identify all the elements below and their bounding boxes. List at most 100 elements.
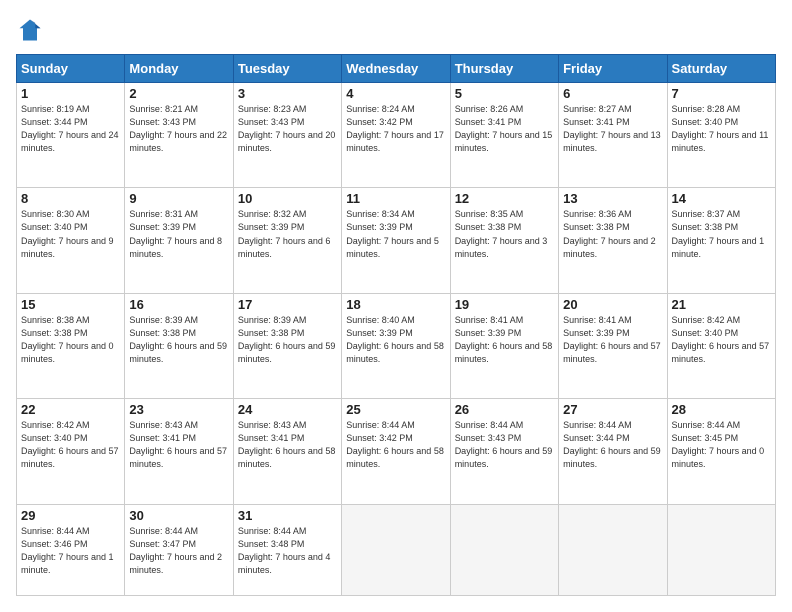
day-cell: 28 Sunrise: 8:44 AM Sunset: 3:45 PM Dayl… bbox=[667, 399, 775, 504]
day-info: Sunrise: 8:39 AM Sunset: 3:38 PM Dayligh… bbox=[129, 314, 228, 366]
day-cell bbox=[342, 504, 450, 595]
day-number: 26 bbox=[455, 402, 554, 417]
day-number: 21 bbox=[672, 297, 771, 312]
week-row-2: 8 Sunrise: 8:30 AM Sunset: 3:40 PM Dayli… bbox=[17, 188, 776, 293]
page: SundayMondayTuesdayWednesdayThursdayFrid… bbox=[0, 0, 792, 612]
day-cell bbox=[559, 504, 667, 595]
day-cell: 22 Sunrise: 8:42 AM Sunset: 3:40 PM Dayl… bbox=[17, 399, 125, 504]
day-number: 18 bbox=[346, 297, 445, 312]
day-number: 5 bbox=[455, 86, 554, 101]
week-row-1: 1 Sunrise: 8:19 AM Sunset: 3:44 PM Dayli… bbox=[17, 83, 776, 188]
day-info: Sunrise: 8:21 AM Sunset: 3:43 PM Dayligh… bbox=[129, 103, 228, 155]
day-number: 16 bbox=[129, 297, 228, 312]
day-info: Sunrise: 8:44 AM Sunset: 3:46 PM Dayligh… bbox=[21, 525, 120, 577]
day-number: 23 bbox=[129, 402, 228, 417]
day-info: Sunrise: 8:39 AM Sunset: 3:38 PM Dayligh… bbox=[238, 314, 337, 366]
day-cell: 4 Sunrise: 8:24 AM Sunset: 3:42 PM Dayli… bbox=[342, 83, 450, 188]
day-cell: 7 Sunrise: 8:28 AM Sunset: 3:40 PM Dayli… bbox=[667, 83, 775, 188]
day-info: Sunrise: 8:36 AM Sunset: 3:38 PM Dayligh… bbox=[563, 208, 662, 260]
header bbox=[16, 16, 776, 44]
col-header-monday: Monday bbox=[125, 55, 233, 83]
day-info: Sunrise: 8:41 AM Sunset: 3:39 PM Dayligh… bbox=[563, 314, 662, 366]
day-number: 11 bbox=[346, 191, 445, 206]
day-cell: 30 Sunrise: 8:44 AM Sunset: 3:47 PM Dayl… bbox=[125, 504, 233, 595]
day-info: Sunrise: 8:44 AM Sunset: 3:42 PM Dayligh… bbox=[346, 419, 445, 471]
day-info: Sunrise: 8:26 AM Sunset: 3:41 PM Dayligh… bbox=[455, 103, 554, 155]
day-cell: 25 Sunrise: 8:44 AM Sunset: 3:42 PM Dayl… bbox=[342, 399, 450, 504]
day-number: 20 bbox=[563, 297, 662, 312]
day-number: 4 bbox=[346, 86, 445, 101]
logo-icon bbox=[16, 16, 44, 44]
header-row: SundayMondayTuesdayWednesdayThursdayFrid… bbox=[17, 55, 776, 83]
day-cell: 31 Sunrise: 8:44 AM Sunset: 3:48 PM Dayl… bbox=[233, 504, 341, 595]
day-info: Sunrise: 8:31 AM Sunset: 3:39 PM Dayligh… bbox=[129, 208, 228, 260]
day-info: Sunrise: 8:37 AM Sunset: 3:38 PM Dayligh… bbox=[672, 208, 771, 260]
day-cell: 11 Sunrise: 8:34 AM Sunset: 3:39 PM Dayl… bbox=[342, 188, 450, 293]
day-info: Sunrise: 8:32 AM Sunset: 3:39 PM Dayligh… bbox=[238, 208, 337, 260]
day-info: Sunrise: 8:28 AM Sunset: 3:40 PM Dayligh… bbox=[672, 103, 771, 155]
col-header-wednesday: Wednesday bbox=[342, 55, 450, 83]
day-number: 2 bbox=[129, 86, 228, 101]
day-number: 10 bbox=[238, 191, 337, 206]
day-info: Sunrise: 8:44 AM Sunset: 3:45 PM Dayligh… bbox=[672, 419, 771, 471]
day-number: 30 bbox=[129, 508, 228, 523]
day-number: 12 bbox=[455, 191, 554, 206]
day-number: 28 bbox=[672, 402, 771, 417]
logo bbox=[16, 16, 48, 44]
day-info: Sunrise: 8:40 AM Sunset: 3:39 PM Dayligh… bbox=[346, 314, 445, 366]
day-info: Sunrise: 8:23 AM Sunset: 3:43 PM Dayligh… bbox=[238, 103, 337, 155]
col-header-friday: Friday bbox=[559, 55, 667, 83]
day-number: 9 bbox=[129, 191, 228, 206]
week-row-3: 15 Sunrise: 8:38 AM Sunset: 3:38 PM Dayl… bbox=[17, 293, 776, 398]
day-cell: 6 Sunrise: 8:27 AM Sunset: 3:41 PM Dayli… bbox=[559, 83, 667, 188]
day-number: 3 bbox=[238, 86, 337, 101]
day-cell: 29 Sunrise: 8:44 AM Sunset: 3:46 PM Dayl… bbox=[17, 504, 125, 595]
day-info: Sunrise: 8:43 AM Sunset: 3:41 PM Dayligh… bbox=[129, 419, 228, 471]
day-number: 24 bbox=[238, 402, 337, 417]
week-row-5: 29 Sunrise: 8:44 AM Sunset: 3:46 PM Dayl… bbox=[17, 504, 776, 595]
day-cell: 17 Sunrise: 8:39 AM Sunset: 3:38 PM Dayl… bbox=[233, 293, 341, 398]
day-cell: 19 Sunrise: 8:41 AM Sunset: 3:39 PM Dayl… bbox=[450, 293, 558, 398]
day-cell bbox=[450, 504, 558, 595]
day-cell: 3 Sunrise: 8:23 AM Sunset: 3:43 PM Dayli… bbox=[233, 83, 341, 188]
day-cell: 26 Sunrise: 8:44 AM Sunset: 3:43 PM Dayl… bbox=[450, 399, 558, 504]
day-cell bbox=[667, 504, 775, 595]
day-number: 13 bbox=[563, 191, 662, 206]
day-number: 14 bbox=[672, 191, 771, 206]
calendar-table: SundayMondayTuesdayWednesdayThursdayFrid… bbox=[16, 54, 776, 596]
day-info: Sunrise: 8:44 AM Sunset: 3:48 PM Dayligh… bbox=[238, 525, 337, 577]
day-cell: 20 Sunrise: 8:41 AM Sunset: 3:39 PM Dayl… bbox=[559, 293, 667, 398]
day-info: Sunrise: 8:44 AM Sunset: 3:43 PM Dayligh… bbox=[455, 419, 554, 471]
day-info: Sunrise: 8:42 AM Sunset: 3:40 PM Dayligh… bbox=[21, 419, 120, 471]
col-header-sunday: Sunday bbox=[17, 55, 125, 83]
day-cell: 23 Sunrise: 8:43 AM Sunset: 3:41 PM Dayl… bbox=[125, 399, 233, 504]
day-number: 29 bbox=[21, 508, 120, 523]
col-header-saturday: Saturday bbox=[667, 55, 775, 83]
day-info: Sunrise: 8:38 AM Sunset: 3:38 PM Dayligh… bbox=[21, 314, 120, 366]
day-number: 19 bbox=[455, 297, 554, 312]
day-info: Sunrise: 8:19 AM Sunset: 3:44 PM Dayligh… bbox=[21, 103, 120, 155]
day-cell: 5 Sunrise: 8:26 AM Sunset: 3:41 PM Dayli… bbox=[450, 83, 558, 188]
day-cell: 16 Sunrise: 8:39 AM Sunset: 3:38 PM Dayl… bbox=[125, 293, 233, 398]
day-number: 7 bbox=[672, 86, 771, 101]
day-cell: 12 Sunrise: 8:35 AM Sunset: 3:38 PM Dayl… bbox=[450, 188, 558, 293]
day-number: 8 bbox=[21, 191, 120, 206]
day-info: Sunrise: 8:30 AM Sunset: 3:40 PM Dayligh… bbox=[21, 208, 120, 260]
day-cell: 10 Sunrise: 8:32 AM Sunset: 3:39 PM Dayl… bbox=[233, 188, 341, 293]
day-info: Sunrise: 8:44 AM Sunset: 3:47 PM Dayligh… bbox=[129, 525, 228, 577]
day-cell: 1 Sunrise: 8:19 AM Sunset: 3:44 PM Dayli… bbox=[17, 83, 125, 188]
day-info: Sunrise: 8:42 AM Sunset: 3:40 PM Dayligh… bbox=[672, 314, 771, 366]
day-info: Sunrise: 8:41 AM Sunset: 3:39 PM Dayligh… bbox=[455, 314, 554, 366]
day-number: 25 bbox=[346, 402, 445, 417]
day-info: Sunrise: 8:43 AM Sunset: 3:41 PM Dayligh… bbox=[238, 419, 337, 471]
day-cell: 2 Sunrise: 8:21 AM Sunset: 3:43 PM Dayli… bbox=[125, 83, 233, 188]
day-cell: 24 Sunrise: 8:43 AM Sunset: 3:41 PM Dayl… bbox=[233, 399, 341, 504]
week-row-4: 22 Sunrise: 8:42 AM Sunset: 3:40 PM Dayl… bbox=[17, 399, 776, 504]
day-cell: 21 Sunrise: 8:42 AM Sunset: 3:40 PM Dayl… bbox=[667, 293, 775, 398]
day-number: 6 bbox=[563, 86, 662, 101]
day-number: 15 bbox=[21, 297, 120, 312]
day-cell: 27 Sunrise: 8:44 AM Sunset: 3:44 PM Dayl… bbox=[559, 399, 667, 504]
col-header-tuesday: Tuesday bbox=[233, 55, 341, 83]
day-cell: 18 Sunrise: 8:40 AM Sunset: 3:39 PM Dayl… bbox=[342, 293, 450, 398]
day-cell: 14 Sunrise: 8:37 AM Sunset: 3:38 PM Dayl… bbox=[667, 188, 775, 293]
